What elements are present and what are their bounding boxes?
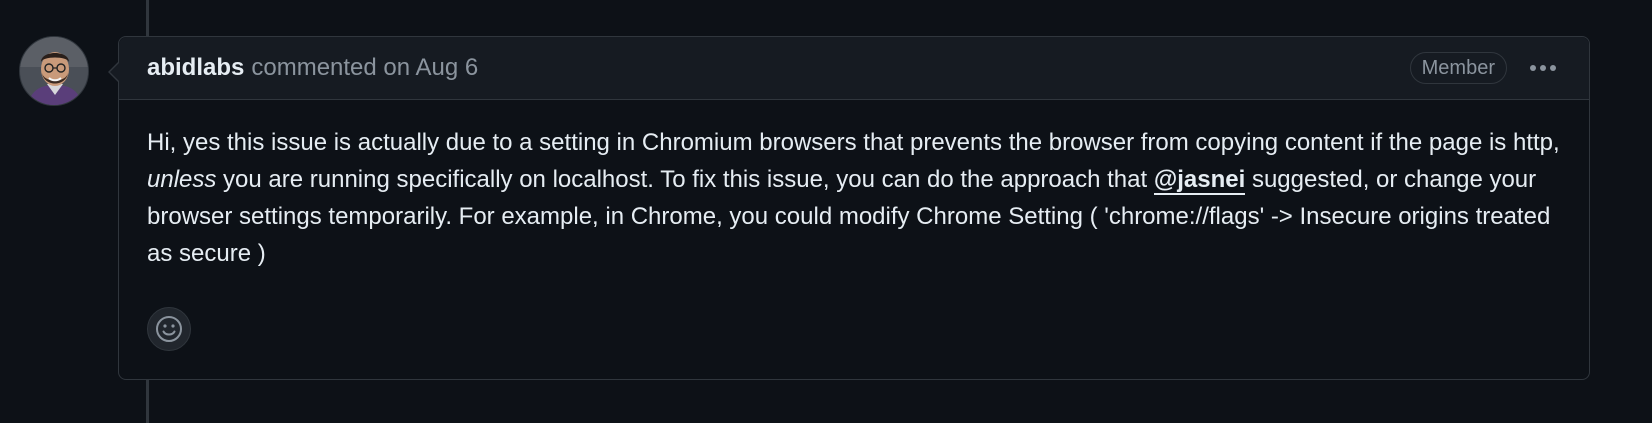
- comment-text-emphasis: unless: [147, 166, 217, 193]
- comment-text-part-2: you are running specifically on localhos…: [216, 166, 1154, 193]
- smiley-icon: [156, 316, 182, 342]
- author-link[interactable]: abidlabs: [147, 54, 244, 82]
- add-reaction-button[interactable]: [147, 307, 191, 351]
- user-mention-link[interactable]: @jasnei: [1153, 166, 1246, 195]
- role-badge: Member: [1409, 52, 1507, 84]
- comment-text-part-1: Hi, yes this issue is actually due to a …: [147, 129, 1560, 156]
- issue-timeline: abidlabs commented on Aug 6 Member Hi, y…: [0, 0, 1652, 423]
- comment-body: Hi, yes this issue is actually due to a …: [119, 100, 1589, 272]
- comment-timestamp[interactable]: commented on Aug 6: [251, 54, 478, 82]
- avatar[interactable]: [19, 36, 89, 106]
- more-options-button[interactable]: [1527, 56, 1559, 80]
- comment-container: abidlabs commented on Aug 6 Member Hi, y…: [108, 36, 1590, 380]
- comment-header: abidlabs commented on Aug 6 Member: [119, 37, 1589, 100]
- kebab-horizontal-icon: [1530, 65, 1556, 71]
- avatar-image: [20, 37, 88, 105]
